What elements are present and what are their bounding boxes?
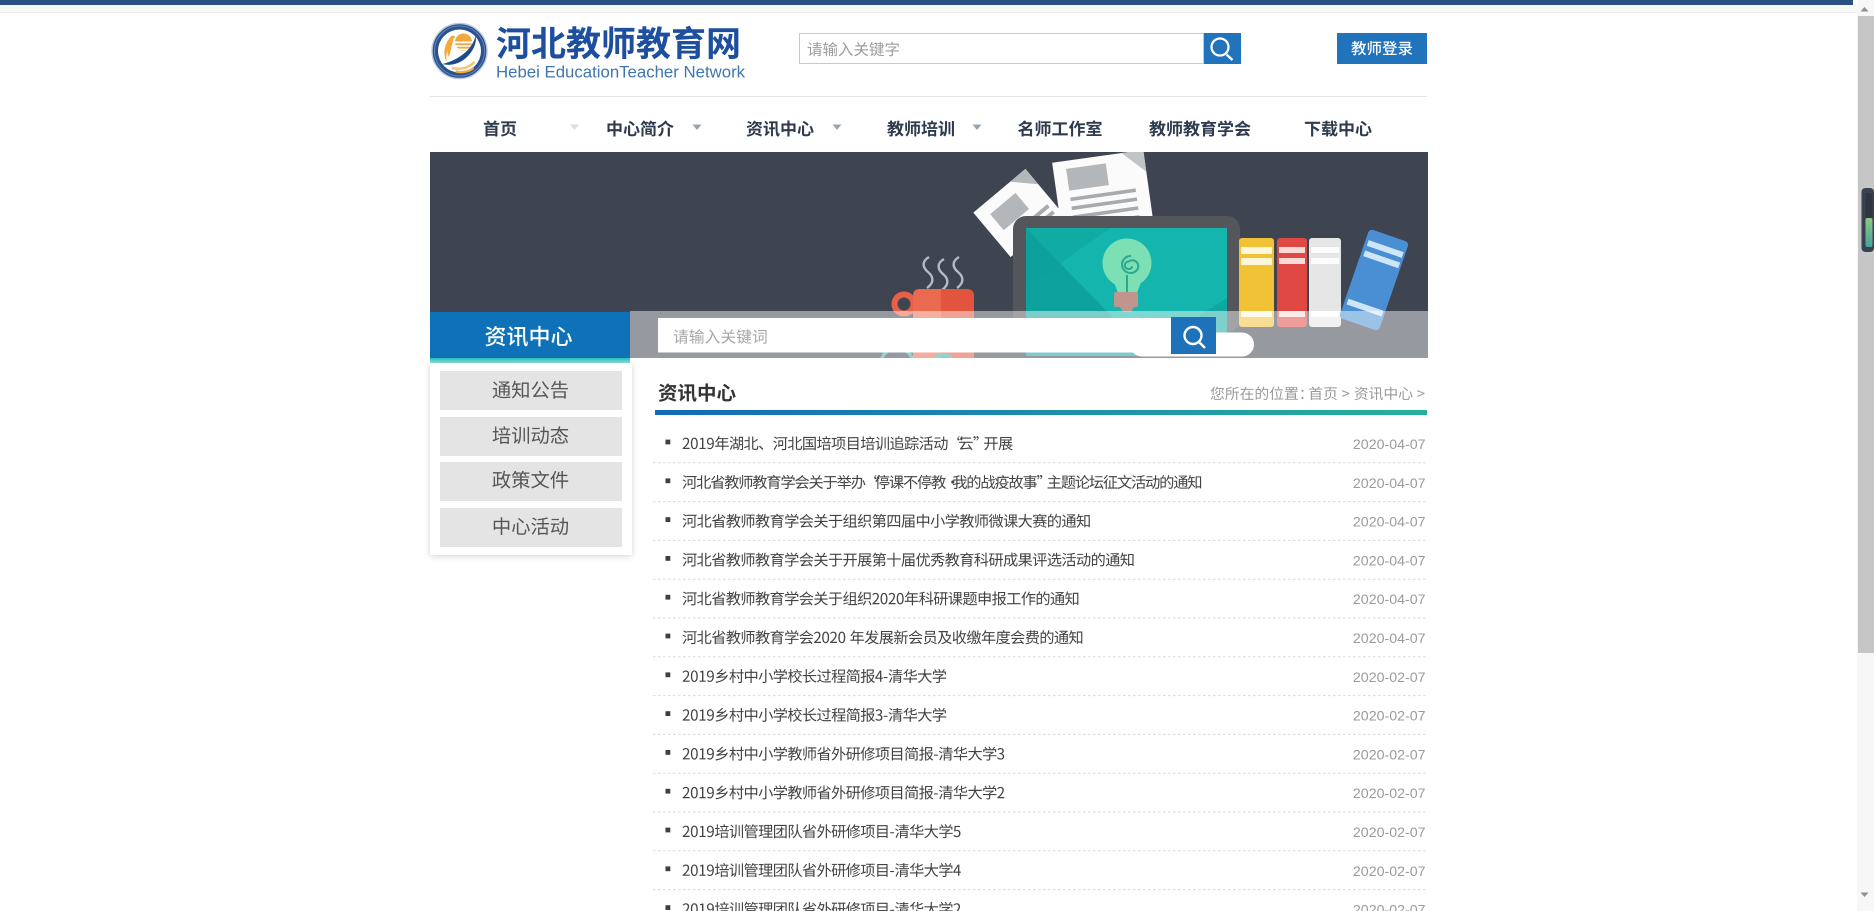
svg-text:2020-02-07: 2020-02-07 (1353, 825, 1426, 841)
svg-text:2020-02-07: 2020-02-07 (1353, 709, 1426, 725)
svg-text:2020-04-07: 2020-04-07 (1353, 553, 1426, 569)
svg-text:2020-02-07: 2020-02-07 (1353, 786, 1426, 802)
svg-text:2020-04-07: 2020-04-07 (1353, 592, 1426, 608)
svg-text:2020-02-07: 2020-02-07 (1353, 670, 1426, 686)
svg-text:2020-02-07: 2020-02-07 (1353, 864, 1426, 880)
svg-text:2020-04-07: 2020-04-07 (1353, 515, 1426, 531)
svg-text:2020-02-07: 2020-02-07 (1353, 903, 1426, 911)
svg-text:2020-04-07: 2020-04-07 (1353, 476, 1426, 492)
svg-text:Hebei EducationTeacher Networ: Hebei EducationTeacher Network (496, 63, 746, 82)
svg-text:2020-04-07: 2020-04-07 (1353, 631, 1426, 647)
svg-text:2020-02-07: 2020-02-07 (1353, 747, 1426, 763)
svg-text:2020-04-07: 2020-04-07 (1353, 437, 1426, 453)
